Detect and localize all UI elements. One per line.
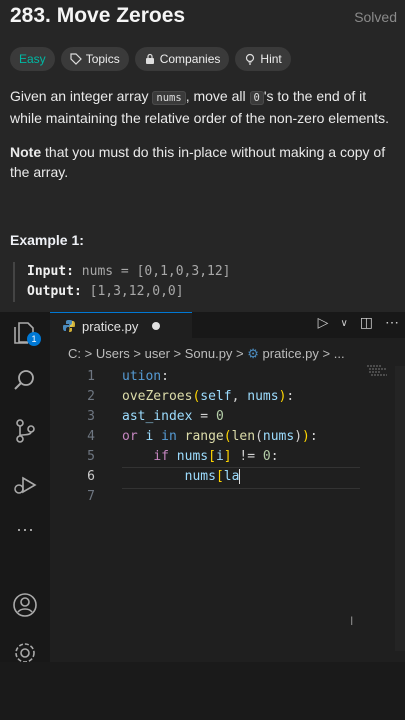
split-editor-icon[interactable]: ◫ (360, 314, 373, 331)
tab-bar: pratice.py ▷ ∨ ◫ ⋯ (50, 312, 405, 339)
line-number: 4 (87, 429, 95, 444)
hint-tag[interactable]: Hint (235, 47, 291, 71)
tab-label: pratice.py (82, 318, 139, 334)
line-number: 6 (87, 469, 95, 484)
problem-description: Given an integer array nums, move all 0 '… (10, 88, 389, 126)
code-line: nums[la (184, 469, 241, 484)
more-actions-icon[interactable]: ⋯ (385, 314, 399, 331)
topics-label: Topics (85, 52, 120, 66)
vscode-window: 1 ⋯ pratice.py ▷ ∨ ◫ ⋯ C: > Users > user… (0, 312, 405, 663)
line-number: 3 (87, 409, 95, 424)
tab-pratice-py[interactable]: pratice.py (50, 312, 192, 339)
breadcrumb: C: > Users > user > Sonu.py > ⚙ pratice.… (68, 346, 345, 361)
code-line: oveZeroes(self, nums): (122, 389, 295, 404)
editor-actions: ▷ ∨ ◫ ⋯ (318, 314, 399, 331)
mouse-cursor-icon: I (350, 614, 354, 628)
lightbulb-icon (246, 53, 255, 65)
activity-bar: 1 ⋯ (0, 312, 50, 663)
difficulty-tag[interactable]: Easy (10, 47, 55, 71)
companies-tag[interactable]: Companies (134, 47, 230, 71)
line-number: 1 (87, 369, 95, 384)
python-file-icon (63, 320, 75, 332)
example-block: Input: nums = [0,1,0,3,12] Output: [1,3,… (13, 262, 231, 302)
unsaved-dot-icon[interactable] (152, 322, 161, 330)
tag-row: Easy Topics Companies Hint (10, 47, 291, 71)
line-number: 7 (87, 489, 95, 504)
companies-label: Companies (159, 52, 221, 66)
solved-status: Solved (354, 9, 397, 25)
problem-note: Note that you must do this in-place with… (10, 144, 386, 180)
bottom-area (0, 662, 405, 720)
code-line: ast_index = 0 (122, 409, 224, 424)
search-icon[interactable] (12, 367, 38, 393)
problem-panel: 283. Move Zeroes Solved Easy Topics Comp… (0, 0, 405, 312)
problem-title: 283. Move Zeroes (10, 4, 186, 27)
inline-code: nums (152, 91, 186, 105)
run-debug-icon[interactable] (12, 472, 38, 498)
line-number: 2 (87, 389, 95, 404)
tag-icon (70, 53, 82, 65)
example-title: Example 1: (10, 232, 84, 248)
code-line: ution: (122, 369, 169, 384)
editor-scrollbar[interactable] (395, 366, 405, 651)
lock-icon (145, 53, 154, 64)
run-icon[interactable]: ▷ (318, 314, 329, 331)
source-control-icon[interactable] (12, 418, 38, 444)
code-line: or i in range(len(nums)): (122, 429, 318, 444)
python-file-icon: ⚙ (247, 346, 259, 361)
inline-code: 0 (249, 91, 264, 105)
code-editor[interactable]: 1 2 3 4 5 6 7 ution: oveZeroes(self, num… (50, 366, 395, 646)
chevron-down-icon[interactable]: ∨ (340, 318, 347, 331)
more-icon[interactable]: ⋯ (12, 520, 38, 546)
account-icon[interactable] (12, 592, 38, 618)
topics-tag[interactable]: Topics (60, 47, 129, 71)
hint-label: Hint (260, 52, 282, 66)
code-line: if nums[i] != 0: (153, 449, 279, 464)
explorer-badge: 1 (27, 332, 41, 346)
line-number: 5 (87, 449, 95, 464)
